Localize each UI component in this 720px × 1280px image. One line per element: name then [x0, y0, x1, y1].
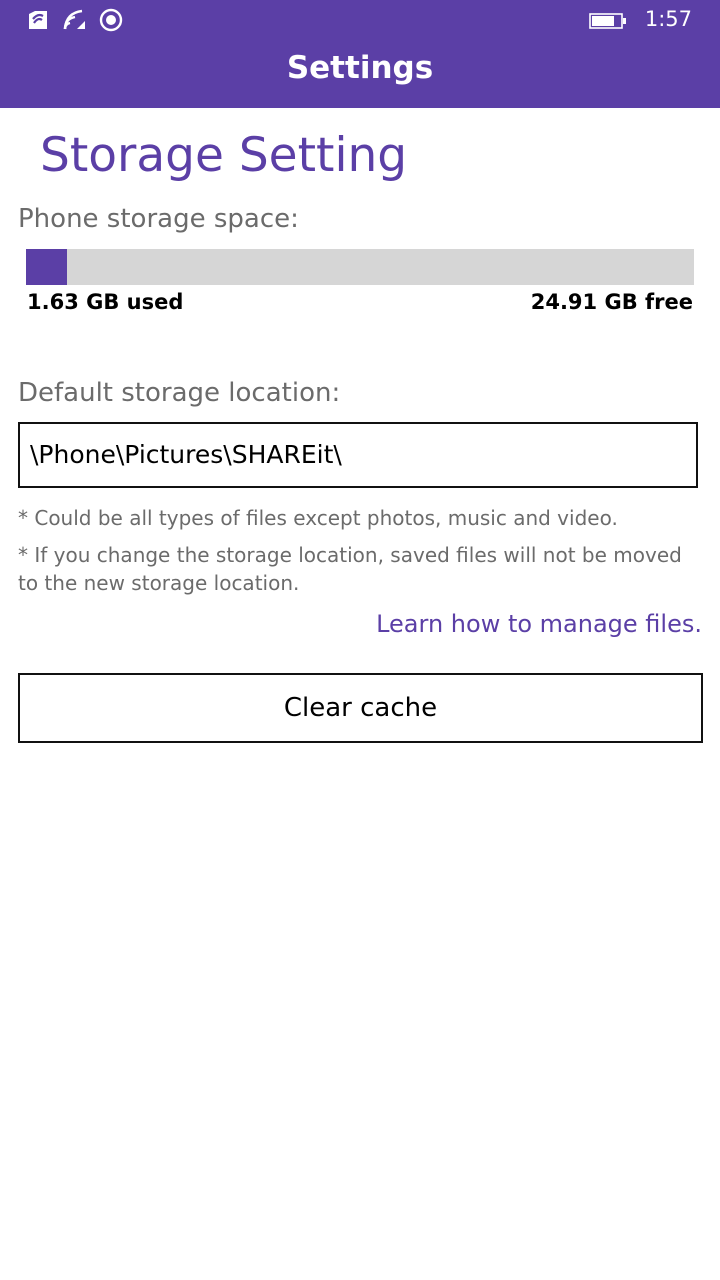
status-time: 1:57	[644, 7, 692, 31]
storage-free-label: 24.91 GB free	[530, 290, 693, 314]
note-file-types: * Could be all types of files except pho…	[18, 506, 618, 530]
storage-usage-bar	[26, 249, 694, 285]
status-bar: 1:57	[0, 0, 720, 40]
storage-space-label: Phone storage space:	[18, 204, 299, 234]
header-title: Settings	[286, 50, 434, 86]
nfc-icon	[26, 8, 50, 32]
clear-cache-button[interactable]: Clear cache	[18, 673, 703, 743]
app-header: 1:57 Settings	[0, 0, 720, 108]
learn-manage-files-link[interactable]: Learn how to manage files.	[376, 610, 702, 638]
page-title: Storage Setting	[40, 128, 408, 183]
storage-location-value: \Phone\Pictures\SHAREit\	[30, 440, 342, 469]
default-location-label: Default storage location:	[18, 378, 341, 408]
wifi-icon	[62, 8, 86, 32]
location-icon	[99, 8, 123, 32]
note-location-change: * If you change the storage location, sa…	[18, 543, 682, 595]
storage-used-label: 1.63 GB used	[27, 290, 184, 314]
storage-usage-fill	[26, 249, 67, 285]
battery-icon	[589, 13, 627, 29]
storage-location-field[interactable]: \Phone\Pictures\SHAREit\	[18, 422, 698, 488]
